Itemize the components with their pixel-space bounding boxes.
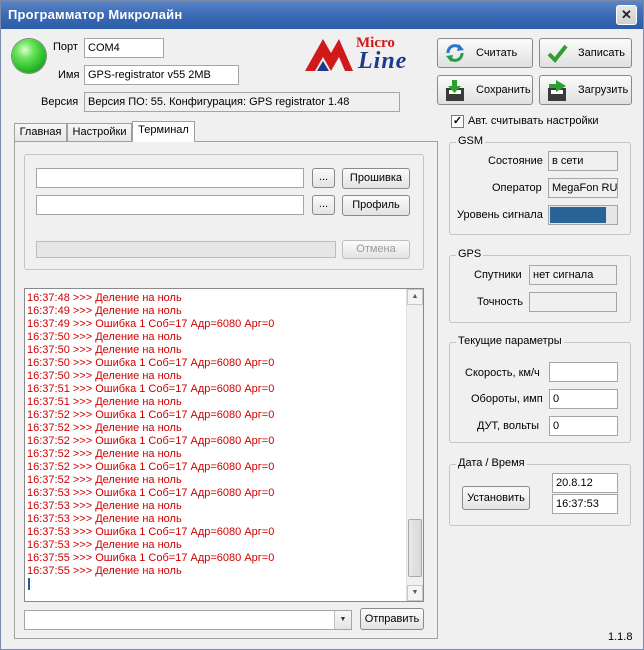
auto-read-checkbox[interactable]: ✓: [451, 115, 464, 128]
speed-label: Скорость, км/ч: [465, 367, 540, 379]
window-title: Программатор Микролайн: [8, 7, 183, 22]
gsm-operator-label: Оператор: [492, 182, 542, 194]
gsm-operator-field: MegaFon RUS: [548, 178, 618, 198]
log-lines: 16:37:48 >>> Деление на ноль 16:37:49 >>>…: [25, 292, 405, 578]
write-button[interactable]: Записать: [539, 38, 632, 68]
port-label: Порт: [53, 41, 78, 53]
read-button[interactable]: Считать: [437, 38, 533, 68]
log-line: 16:37:49 >>> Ошибка 1 Соб=17 Адр=6080 Ар…: [27, 318, 275, 330]
tab-main[interactable]: Главная: [14, 123, 67, 142]
firmware-path-input[interactable]: [36, 168, 304, 188]
gsm-signal-bar: [548, 205, 618, 225]
log-line: 16:37:52 >>> Ошибка 1 Соб=17 Адр=6080 Ар…: [27, 461, 275, 473]
log-line: 16:37:52 >>> Деление на ноль: [27, 448, 182, 460]
status-led-icon: [12, 39, 46, 73]
load-button[interactable]: Загрузить: [539, 75, 632, 105]
gsm-state-label: Состояние: [488, 155, 543, 167]
log-line: 16:37:53 >>> Ошибка 1 Соб=17 Адр=6080 Ар…: [27, 487, 275, 499]
load-arrow-icon: [546, 80, 568, 101]
current-params-title: Текущие параметры: [456, 335, 564, 347]
log-line: 16:37:51 >>> Деление на ноль: [27, 396, 182, 408]
read-button-label: Считать: [476, 47, 518, 59]
profile-button[interactable]: Профиль: [342, 195, 410, 216]
write-button-label: Записать: [578, 47, 626, 59]
main-window: Программатор Микролайн ✕ Порт COM4 Имя G…: [0, 0, 644, 650]
command-dropdown-icon[interactable]: ▼: [334, 611, 351, 629]
log-line: 16:37:53 >>> Ошибка 1 Соб=17 Адр=6080 Ар…: [27, 526, 275, 538]
upload-progress-bar: [36, 241, 336, 258]
datetime-title: Дата / Время: [456, 457, 527, 469]
tab-settings[interactable]: Настройки: [67, 123, 132, 142]
save-button[interactable]: Сохранить: [437, 75, 533, 105]
refresh-icon: [444, 43, 466, 63]
scroll-up-arrow-icon[interactable]: ▲: [407, 289, 423, 305]
port-field[interactable]: COM4: [84, 38, 164, 58]
check-icon: [546, 43, 568, 64]
log-line: 16:37:55 >>> Ошибка 1 Соб=17 Адр=6080 Ар…: [27, 552, 275, 564]
cancel-button[interactable]: Отмена: [342, 240, 410, 259]
log-line: 16:37:52 >>> Ошибка 1 Соб=17 Адр=6080 Ар…: [27, 409, 275, 421]
gps-group-title: GPS: [456, 248, 484, 260]
scroll-down-arrow-icon[interactable]: ▼: [407, 585, 423, 601]
log-line: 16:37:50 >>> Деление на ноль: [27, 331, 182, 343]
save-arrow-icon: [444, 80, 466, 101]
logo-word-line: Line: [358, 48, 408, 74]
time-field[interactable]: 16:37:53: [552, 494, 618, 514]
log-line: 16:37:50 >>> Ошибка 1 Соб=17 Адр=6080 Ар…: [27, 357, 275, 369]
log-line: 16:37:52 >>> Деление на ноль: [27, 474, 182, 486]
log-line: 16:37:51 >>> Ошибка 1 Соб=17 Адр=6080 Ар…: [27, 383, 275, 395]
auto-read-label: Авт. считывать настройки: [468, 115, 599, 127]
name-label: Имя: [58, 69, 80, 81]
fuel-field: 0: [549, 416, 618, 436]
set-datetime-button[interactable]: Установить: [462, 486, 530, 510]
command-input[interactable]: [24, 610, 352, 630]
log-line: 16:37:49 >>> Деление на ноль: [27, 305, 182, 317]
log-line: 16:37:53 >>> Деление на ноль: [27, 539, 182, 551]
tab-terminal[interactable]: Терминал: [132, 121, 195, 142]
rpm-field: 0: [549, 389, 618, 409]
log-line: 16:37:53 >>> Деление на ноль: [27, 500, 182, 512]
load-button-label: Загрузить: [578, 84, 629, 96]
gps-satellites-field: нет сигнала: [529, 265, 617, 285]
log-line: 16:37:50 >>> Деление на ноль: [27, 344, 182, 356]
speed-field: [549, 362, 618, 382]
firmware-browse-button[interactable]: ...: [312, 168, 335, 188]
version-field: Версия ПО: 55. Конфигурация: GPS registr…: [84, 92, 400, 112]
terminal-log[interactable]: 16:37:48 >>> Деление на ноль 16:37:49 >>>…: [24, 288, 424, 602]
gps-accuracy-field: [529, 292, 617, 312]
log-line: 16:37:52 >>> Ошибка 1 Соб=17 Адр=6080 Ар…: [27, 435, 275, 447]
gsm-group-title: GSM: [456, 135, 486, 147]
firmware-button[interactable]: Прошивка: [342, 168, 410, 189]
rpm-label: Обороты, имп: [471, 393, 543, 405]
log-line: 16:37:52 >>> Деление на ноль: [27, 422, 182, 434]
gsm-signal-label: Уровень сигнала: [457, 209, 543, 221]
scroll-thumb[interactable]: [408, 519, 422, 577]
microline-logo: Micro Line: [303, 35, 433, 75]
save-button-label: Сохранить: [476, 84, 531, 96]
gsm-state-field: в сети: [548, 151, 618, 171]
log-line: 16:37:55 >>> Деление на ноль: [27, 565, 182, 577]
gps-satellites-label: Спутники: [474, 269, 522, 281]
text-cursor: [28, 578, 30, 590]
title-bar: Программатор Микролайн ✕: [1, 1, 643, 29]
date-field[interactable]: 20.8.12: [552, 473, 618, 493]
gps-accuracy-label: Точность: [477, 296, 523, 308]
version-label: Версия: [41, 96, 79, 108]
log-line: 16:37:50 >>> Деление на ноль: [27, 370, 182, 382]
send-button[interactable]: Отправить: [360, 608, 424, 630]
log-scrollbar[interactable]: ▲ ▼: [406, 289, 423, 601]
device-name-field[interactable]: GPS-registrator v55 2MB: [84, 65, 239, 85]
profile-browse-button[interactable]: ...: [312, 195, 335, 215]
log-line: 16:37:48 >>> Деление на ноль: [27, 292, 182, 304]
gsm-signal-fill: [550, 207, 606, 223]
fuel-label: ДУТ, вольты: [477, 420, 540, 432]
app-version: 1.1.8: [608, 631, 633, 643]
log-line: 16:37:53 >>> Деление на ноль: [27, 513, 182, 525]
close-button[interactable]: ✕: [616, 5, 637, 25]
profile-path-input[interactable]: [36, 195, 304, 215]
